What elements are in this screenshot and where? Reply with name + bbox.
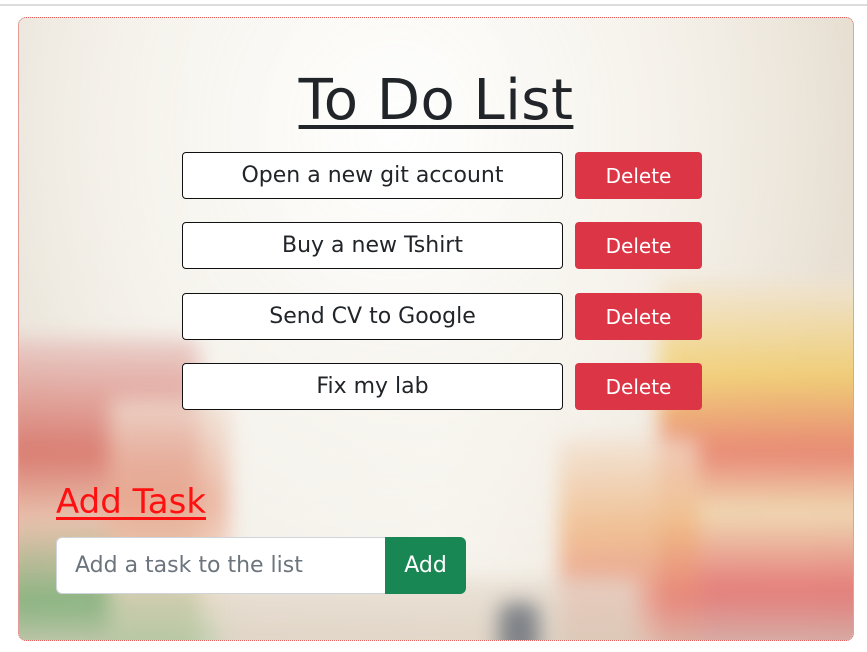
task-item: Buy a new Tshirt bbox=[182, 222, 563, 269]
todo-card: To Do List Open a new git account Delete… bbox=[18, 17, 854, 641]
delete-button[interactable]: Delete bbox=[575, 293, 702, 340]
add-task-link[interactable]: Add Task bbox=[56, 482, 206, 522]
task-row: Buy a new Tshirt Delete bbox=[182, 222, 702, 269]
delete-button[interactable]: Delete bbox=[575, 363, 702, 410]
delete-button[interactable]: Delete bbox=[575, 152, 702, 199]
task-item: Open a new git account bbox=[182, 152, 563, 199]
page-title: To Do List bbox=[298, 68, 574, 133]
task-row: Send CV to Google Delete bbox=[182, 293, 702, 340]
top-divider bbox=[0, 4, 867, 6]
task-item: Fix my lab bbox=[182, 363, 563, 410]
task-row: Fix my lab Delete bbox=[182, 363, 702, 410]
task-row: Open a new git account Delete bbox=[182, 152, 702, 199]
add-task-input[interactable] bbox=[56, 537, 386, 594]
delete-button[interactable]: Delete bbox=[575, 222, 702, 269]
background-person bbox=[499, 603, 539, 640]
task-item: Send CV to Google bbox=[182, 293, 563, 340]
add-button[interactable]: Add bbox=[385, 537, 466, 594]
